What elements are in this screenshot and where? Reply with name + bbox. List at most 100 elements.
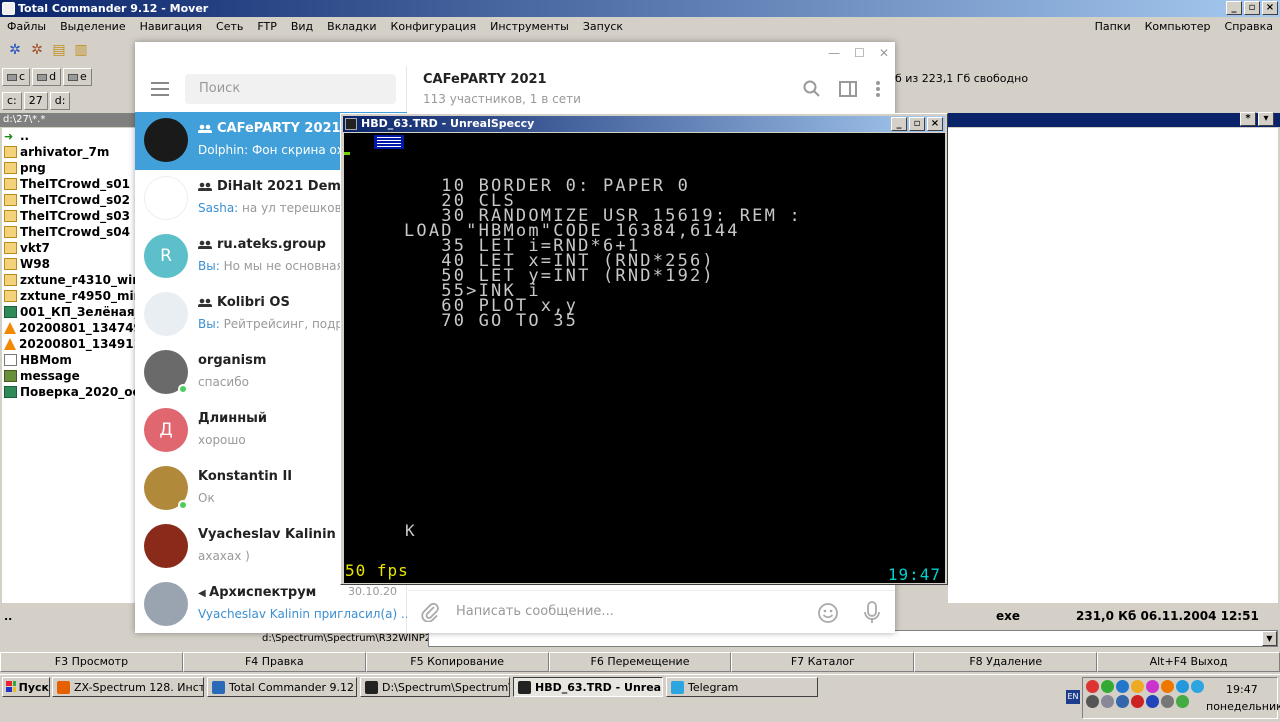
- menu-item[interactable]: Инструменты: [483, 20, 576, 33]
- tray-icon[interactable]: [1086, 680, 1099, 693]
- clock-time[interactable]: 19:47: [1226, 683, 1258, 696]
- function-key-button[interactable]: F3 Просмотр: [0, 652, 183, 672]
- tray-icon[interactable]: [1101, 695, 1114, 708]
- us-title-bar[interactable]: HBD_63.TRD - UnrealSpeccy _ ▫ ×: [343, 116, 945, 132]
- folder-tab[interactable]: d:: [49, 92, 71, 110]
- file-row[interactable]: Поверка_2020_ос: [2, 384, 136, 400]
- more-vertical-icon[interactable]: [875, 80, 881, 98]
- taskbar-button[interactable]: Total Commander 9.12 - ...: [207, 677, 357, 697]
- tray-icon[interactable]: [1131, 680, 1144, 693]
- tc-left-path[interactable]: d:\27\*.*: [0, 113, 140, 127]
- drive-button[interactable]: c: [2, 68, 31, 86]
- function-key-button[interactable]: F6 Перемещение: [548, 652, 732, 672]
- file-row[interactable]: 001_КП_Зелёная_: [2, 304, 136, 320]
- menu-item[interactable]: Конфигурация: [384, 20, 484, 33]
- menu-item[interactable]: Выделение: [53, 20, 133, 33]
- drive-button[interactable]: d: [32, 68, 62, 86]
- menu-item[interactable]: Справка: [1218, 20, 1280, 33]
- taskbar-button[interactable]: HBD_63.TRD - Unreal...: [513, 677, 663, 697]
- file-row[interactable]: TheITCrowd_s04: [2, 224, 136, 240]
- tray-icon[interactable]: [1176, 680, 1189, 693]
- menu-item[interactable]: Файлы: [0, 20, 53, 33]
- drive-button[interactable]: e: [63, 68, 92, 86]
- tray-icon[interactable]: [1146, 680, 1159, 693]
- us-minimize-button[interactable]: _: [891, 117, 907, 131]
- tray-icon[interactable]: [1161, 680, 1174, 693]
- start-button[interactable]: Пуск: [2, 677, 50, 697]
- pack-icon[interactable]: ▤: [50, 41, 68, 59]
- file-row[interactable]: vkt7: [2, 240, 136, 256]
- language-indicator[interactable]: EN: [1066, 690, 1080, 704]
- file-row[interactable]: zxtune_r4310_win: [2, 272, 136, 288]
- sidebar-toggle-icon[interactable]: [839, 80, 857, 98]
- file-row[interactable]: W98: [2, 256, 136, 272]
- tray-icon[interactable]: [1116, 695, 1129, 708]
- tg-close-icon[interactable]: ✕: [879, 46, 889, 60]
- tc-right-path[interactable]: [948, 113, 1280, 127]
- emoji-icon[interactable]: [817, 602, 839, 624]
- menu-item[interactable]: Сеть: [209, 20, 250, 33]
- menu-item[interactable]: Папки: [1088, 20, 1138, 33]
- menu-item[interactable]: Запуск: [576, 20, 630, 33]
- bluetooth-icon[interactable]: [1146, 695, 1159, 708]
- maximize-button[interactable]: ▫: [1244, 1, 1260, 15]
- file-row[interactable]: png: [2, 160, 136, 176]
- settings-icon[interactable]: ✲: [28, 41, 46, 59]
- file-row[interactable]: TheITCrowd_s02: [2, 192, 136, 208]
- tg-minimize-icon[interactable]: —: [828, 46, 840, 60]
- search-icon[interactable]: [803, 80, 821, 98]
- menu-item[interactable]: FTP: [250, 20, 284, 33]
- file-row[interactable]: 20200801_134911: [2, 336, 136, 352]
- tray-icon[interactable]: [1116, 680, 1129, 693]
- gear-icon[interactable]: ✲: [6, 41, 24, 59]
- tray-icon[interactable]: [1131, 695, 1144, 708]
- tray-icon[interactable]: [1101, 680, 1114, 693]
- file-row[interactable]: 20200801_134749: [2, 320, 136, 336]
- network-icon[interactable]: [1176, 695, 1189, 708]
- function-key-button[interactable]: F4 Правка: [182, 652, 366, 672]
- tc-title-bar[interactable]: Total Commander 9.12 - Mover _ ▫ ×: [0, 0, 1280, 17]
- tg-message-input[interactable]: Написать сообщение...: [456, 604, 614, 619]
- dropdown-icon[interactable]: ▾: [1258, 112, 1274, 126]
- history-button[interactable]: *: [1240, 112, 1256, 126]
- function-key-button[interactable]: F7 Каталог: [731, 652, 915, 672]
- file-row[interactable]: ➜..: [2, 128, 136, 144]
- menu-item[interactable]: Вид: [284, 20, 320, 33]
- telegram-tray-icon[interactable]: [1191, 680, 1204, 693]
- file-row[interactable]: message: [2, 368, 136, 384]
- taskbar-button[interactable]: D:\Spectrum\Spectrum\U...: [360, 677, 510, 697]
- function-key-button[interactable]: F5 Копирование: [365, 652, 549, 672]
- file-row[interactable]: arhivator_7m: [2, 144, 136, 160]
- menu-icon[interactable]: [374, 135, 404, 149]
- attach-icon[interactable]: [420, 602, 440, 622]
- menu-item[interactable]: Вкладки: [320, 20, 383, 33]
- unpack-icon[interactable]: ▥: [72, 41, 90, 59]
- menu-item[interactable]: Навигация: [133, 20, 209, 33]
- command-history-dropdown[interactable]: ▼: [1262, 631, 1277, 646]
- tg-chat-header[interactable]: CAFePARTY 2021 113 участников, 1 в сети: [408, 66, 895, 114]
- tg-maximize-icon[interactable]: ☐: [854, 46, 865, 60]
- tc-right-file-list[interactable]: [948, 128, 1278, 603]
- us-maximize-button[interactable]: ▫: [909, 117, 925, 131]
- close-button[interactable]: ×: [1262, 1, 1278, 15]
- taskbar-button[interactable]: ZX-Spectrum 128. Инстр...: [52, 677, 204, 697]
- folder-tab[interactable]: c:: [2, 92, 22, 110]
- volume-icon[interactable]: [1161, 695, 1174, 708]
- file-row[interactable]: zxtune_r4950_min: [2, 288, 136, 304]
- file-row[interactable]: TheITCrowd_s01: [2, 176, 136, 192]
- zx-screen[interactable]: 10 BORDER 0: PAPER 0 20 CLS 30 RANDOMIZE…: [344, 133, 945, 583]
- tc-left-file-list[interactable]: ➜.. arhivator_7m png TheITCrowd_s01 TheITCro…: [2, 128, 136, 603]
- function-key-button[interactable]: Alt+F4 Выход: [1097, 652, 1280, 672]
- minimize-button[interactable]: _: [1226, 1, 1242, 15]
- folder-tab[interactable]: 27: [23, 92, 48, 110]
- file-row[interactable]: HBMom: [2, 352, 136, 368]
- hamburger-menu-icon[interactable]: [151, 82, 169, 96]
- microphone-icon[interactable]: [863, 601, 881, 625]
- function-key-button[interactable]: F8 Удаление: [914, 652, 1098, 672]
- us-close-button[interactable]: ×: [927, 117, 943, 131]
- file-row[interactable]: TheITCrowd_s03: [2, 208, 136, 224]
- menu-item[interactable]: Компьютер: [1138, 20, 1218, 33]
- taskbar-button[interactable]: Telegram: [666, 677, 818, 697]
- tray-icon[interactable]: [1086, 695, 1099, 708]
- tg-search-input[interactable]: Поиск: [185, 74, 396, 104]
